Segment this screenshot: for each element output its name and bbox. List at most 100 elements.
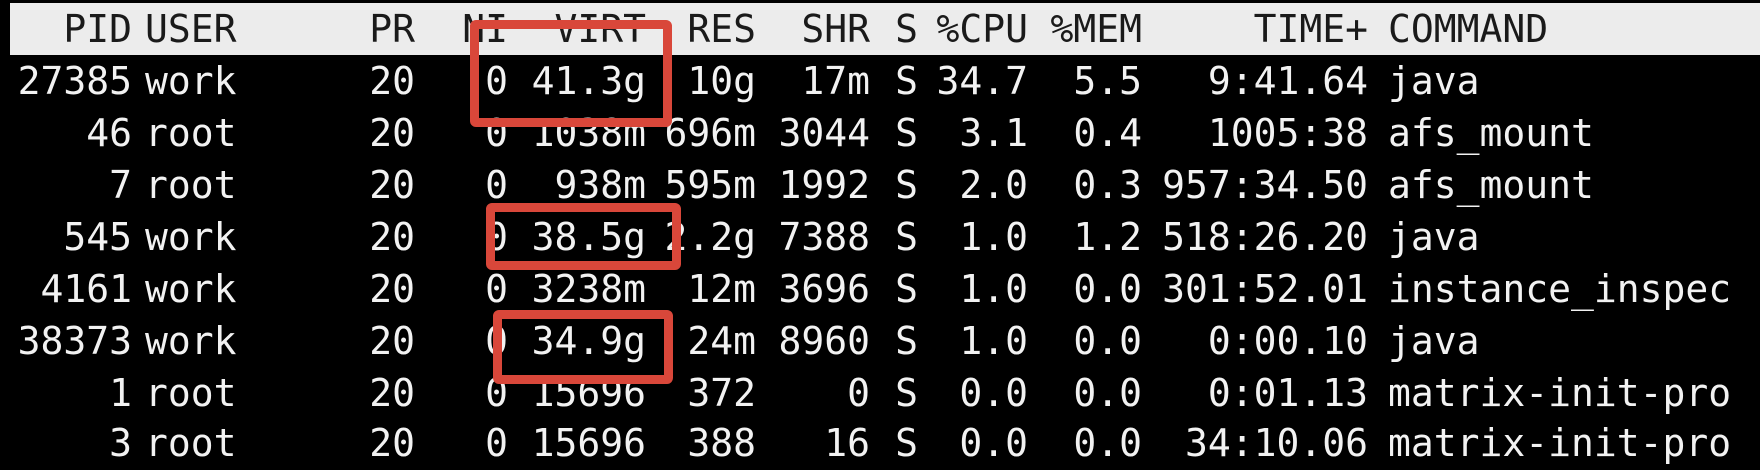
process-state: S (895, 371, 918, 415)
header-pid: PID (63, 7, 132, 51)
process-cpu: 1.0 (959, 267, 1028, 311)
process-res: 372 (687, 371, 756, 415)
process-row: 545 work 20 0 38.5g 2.2g 7388 S 1.0 1.2 … (0, 211, 1760, 263)
process-virt: 3238m (531, 267, 646, 311)
process-res: 388 (687, 421, 756, 465)
process-mem: 0.3 (1073, 163, 1142, 207)
process-user: work (145, 319, 237, 363)
process-res: 696m (664, 111, 756, 155)
process-time: 518:26.20 (1162, 215, 1368, 259)
process-res: 10g (687, 59, 756, 103)
highlight-box-virt (470, 20, 672, 127)
process-command: java (1388, 59, 1480, 103)
terminal-window: PID USER PR NI VIRT RES SHR S %CPU %MEM … (0, 0, 1760, 470)
process-state: S (895, 59, 918, 103)
process-time: 301:52.01 (1162, 267, 1368, 311)
header-res: RES (687, 7, 756, 51)
process-command: afs_mount (1388, 111, 1594, 155)
process-user: work (145, 59, 237, 103)
process-virt: 15696 (531, 421, 646, 465)
process-shr: 3696 (778, 267, 870, 311)
process-pid: 38373 (17, 319, 132, 363)
process-row: 27385 work 20 0 41.3g 10g 17m S 34.7 5.5… (0, 55, 1760, 107)
process-pr: 20 (369, 371, 415, 415)
highlight-box-virt (486, 203, 681, 270)
process-time: 0:00.10 (1207, 319, 1368, 363)
process-user: root (145, 421, 237, 465)
process-shr: 17m (801, 59, 870, 103)
process-time: 1005:38 (1207, 111, 1368, 155)
process-state: S (895, 111, 918, 155)
process-user: root (145, 163, 237, 207)
process-shr: 16 (824, 421, 870, 465)
process-pr: 20 (369, 421, 415, 465)
process-pid: 545 (63, 215, 132, 259)
process-user: root (145, 371, 237, 415)
process-pr: 20 (369, 111, 415, 155)
process-cpu: 34.7 (936, 59, 1028, 103)
process-pid: 46 (86, 111, 132, 155)
process-pid: 7 (109, 163, 132, 207)
header-state: S (895, 7, 918, 51)
process-shr: 1992 (778, 163, 870, 207)
header-mem: %MEM (1050, 7, 1142, 51)
process-time: 0:01.13 (1207, 371, 1368, 415)
process-shr: 8960 (778, 319, 870, 363)
process-pr: 20 (369, 267, 415, 311)
process-row: 1 root 20 0 15696 372 0 S 0.0 0.0 0:01.1… (0, 367, 1760, 419)
header-user: USER (145, 7, 237, 51)
process-pid: 4161 (40, 267, 132, 311)
process-pid: 3 (109, 421, 132, 465)
process-command: matrix-init-pro (1388, 371, 1732, 415)
process-row: 46 root 20 0 1038m 696m 3044 S 3.1 0.4 1… (0, 107, 1760, 159)
process-pr: 20 (369, 59, 415, 103)
process-user: root (145, 111, 237, 155)
process-mem: 0.4 (1073, 111, 1142, 155)
process-res: 12m (687, 267, 756, 311)
process-mem: 0.0 (1073, 319, 1142, 363)
process-cpu: 3.1 (959, 111, 1028, 155)
process-mem: 0.0 (1073, 421, 1142, 465)
process-mem: 0.0 (1073, 371, 1142, 415)
header-cpu: %CPU (936, 7, 1028, 51)
process-pr: 20 (369, 215, 415, 259)
process-cpu: 1.0 (959, 319, 1028, 363)
process-state: S (895, 215, 918, 259)
process-user: work (145, 215, 237, 259)
process-shr: 7388 (778, 215, 870, 259)
process-mem: 5.5 (1073, 59, 1142, 103)
process-pr: 20 (369, 163, 415, 207)
process-cpu: 0.0 (959, 371, 1028, 415)
process-res: 24m (687, 319, 756, 363)
process-command: java (1388, 215, 1480, 259)
process-command: instance_inspec (1388, 267, 1732, 311)
process-row: 7 root 20 0 938m 595m 1992 S 2.0 0.3 957… (0, 159, 1760, 211)
process-time: 957:34.50 (1162, 163, 1368, 207)
process-row: 3 root 20 0 15696 388 16 S 0.0 0.0 34:10… (0, 417, 1760, 469)
process-mem: 1.2 (1073, 215, 1142, 259)
header-pr: PR (369, 7, 415, 51)
process-row: 38373 work 20 0 34.9g 24m 8960 S 1.0 0.0… (0, 315, 1760, 367)
process-command: matrix-init-pro (1388, 421, 1732, 465)
column-header-row: PID USER PR NI VIRT RES SHR S %CPU %MEM … (0, 3, 1760, 55)
process-state: S (895, 319, 918, 363)
process-ni: 0 (485, 421, 508, 465)
process-time: 34:10.06 (1184, 421, 1368, 465)
process-cpu: 1.0 (959, 215, 1028, 259)
process-pid: 27385 (17, 59, 132, 103)
process-shr: 3044 (778, 111, 870, 155)
process-mem: 0.0 (1073, 267, 1142, 311)
process-command: java (1388, 319, 1480, 363)
process-state: S (895, 421, 918, 465)
process-pr: 20 (369, 319, 415, 363)
process-command: afs_mount (1388, 163, 1594, 207)
highlight-box-virt (493, 310, 673, 384)
header-command: COMMAND (1388, 7, 1549, 51)
process-row: 4161 work 20 0 3238m 12m 3696 S 1.0 0.0 … (0, 263, 1760, 315)
process-shr: 0 (847, 371, 870, 415)
header-time: TIME+ (1253, 7, 1368, 51)
process-state: S (895, 163, 918, 207)
process-state: S (895, 267, 918, 311)
header-shr: SHR (801, 7, 870, 51)
process-cpu: 0.0 (959, 421, 1028, 465)
